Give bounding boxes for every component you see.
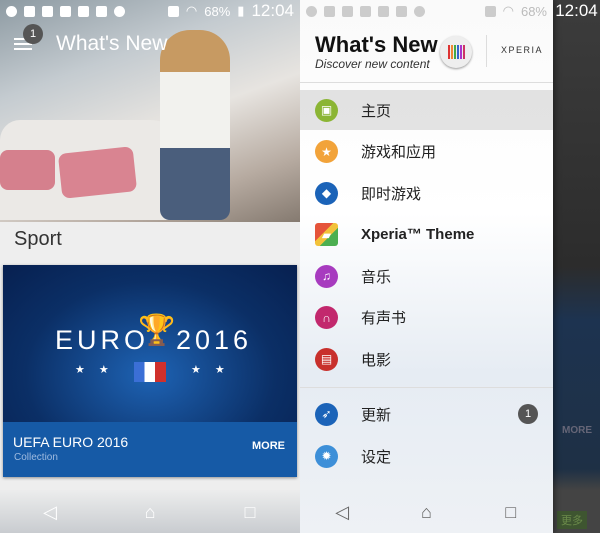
nav-bar: ◁ ⌂ □ bbox=[300, 490, 553, 533]
drawer-item[interactable]: ▰ Xperia™ Theme bbox=[300, 215, 553, 255]
home-icon: ▣ bbox=[315, 98, 338, 122]
screenshot-icon bbox=[78, 5, 89, 17]
trophy-icon: 🏆 bbox=[138, 314, 176, 347]
clock: 12:04 bbox=[555, 1, 598, 20]
xperia-logo: XPERIA bbox=[501, 45, 544, 55]
dimmed-more: MORE bbox=[562, 425, 592, 436]
star-icon: ★ bbox=[315, 140, 338, 163]
main-screen: ◠ 68% ▮ 12:04 1 What's New Sport EURO 🏆 … bbox=[0, 0, 300, 533]
status-bar: ◠ 68% ▮ 12:04 bbox=[0, 0, 300, 22]
phone-icon bbox=[96, 5, 107, 17]
image-icon bbox=[42, 5, 53, 17]
app-title: What's New bbox=[56, 32, 168, 55]
nav-bar: ◁ ⌂ □ bbox=[0, 490, 300, 533]
clock: 12:04 bbox=[251, 1, 294, 20]
banner-left: EURO bbox=[55, 325, 150, 355]
recents-button[interactable]: □ bbox=[501, 502, 521, 522]
image-icon bbox=[342, 5, 353, 17]
headphones-icon: ∩ bbox=[315, 306, 338, 329]
bag-icon bbox=[324, 5, 335, 17]
card-image: EURO 🏆 2016 ★★ ★★ bbox=[3, 265, 297, 422]
music-icon: ♫ bbox=[315, 264, 338, 288]
drawer-item-label: 有声书 bbox=[361, 310, 407, 327]
back-button[interactable]: ◁ bbox=[40, 502, 60, 522]
menu-badge: 1 bbox=[23, 24, 43, 44]
theme-icon: ▰ bbox=[315, 223, 338, 246]
dimmed-more-cn: 更多 bbox=[557, 511, 587, 529]
drawer-item[interactable]: ➶ 更新 1 bbox=[300, 394, 553, 434]
home-button[interactable]: ⌂ bbox=[416, 502, 436, 522]
more-button[interactable]: MORE bbox=[252, 440, 285, 452]
dimmed-content[interactable] bbox=[553, 0, 600, 533]
wifi-icon: ◠ bbox=[185, 3, 198, 18]
film-icon: ▤ bbox=[315, 347, 338, 371]
card-footer: UEFA EURO 2016 Collection MORE bbox=[3, 422, 297, 477]
divider bbox=[300, 82, 553, 83]
gamepad-icon: ◆ bbox=[315, 181, 338, 205]
app-icon bbox=[360, 5, 371, 17]
app-icon bbox=[60, 5, 71, 17]
divider bbox=[300, 387, 553, 388]
update-icon: ➶ bbox=[315, 402, 338, 426]
battery-percent: 68% bbox=[204, 3, 231, 19]
drawer-item-label: Xperia™ Theme bbox=[361, 226, 475, 243]
drawer-item-label: 即时游戏 bbox=[361, 185, 422, 203]
keyboard-icon bbox=[114, 5, 125, 17]
pillow bbox=[57, 146, 138, 199]
drawer-item[interactable]: ◆ 即时游戏 bbox=[300, 173, 553, 213]
update-badge: 1 bbox=[518, 404, 538, 424]
drawer-item[interactable]: ▣ 主页 bbox=[300, 90, 553, 130]
gear-icon: ✹ bbox=[315, 444, 338, 468]
person bbox=[160, 30, 230, 220]
whats-new-logo bbox=[440, 36, 472, 68]
drawer-item[interactable]: ♫ 音乐 bbox=[300, 256, 553, 296]
drawer-item[interactable]: ∩ 有声书 bbox=[300, 298, 553, 338]
info-icon bbox=[306, 5, 317, 17]
battery-percent: 68% bbox=[520, 3, 547, 19]
keyboard-icon bbox=[414, 5, 425, 17]
drawer-item[interactable]: ✹ 设定 bbox=[300, 436, 553, 476]
home-button[interactable]: ⌂ bbox=[140, 502, 160, 522]
bag-icon bbox=[24, 5, 35, 17]
drawer-title: What's New bbox=[315, 32, 438, 57]
drawer-subtitle: Discover new content bbox=[315, 57, 430, 71]
battery-icon: ▮ bbox=[237, 3, 245, 18]
divider bbox=[486, 35, 487, 67]
drawer-item-label: 音乐 bbox=[361, 268, 392, 286]
wifi-icon: ◠ bbox=[502, 3, 514, 18]
drawer-item[interactable]: ★ 游戏和应用 bbox=[300, 132, 553, 172]
vibrate-icon bbox=[484, 5, 496, 17]
stars-icon: ★★ bbox=[75, 364, 123, 376]
drawer-screen: MORE 更多 ◠ 68% What's New Discover new co… bbox=[300, 0, 600, 533]
back-button[interactable]: ◁ bbox=[332, 502, 352, 522]
euro-card[interactable]: EURO 🏆 2016 ★★ ★★ UEFA EURO 2016 Collect… bbox=[3, 265, 297, 477]
drawer-item-label: 游戏和应用 bbox=[361, 144, 437, 161]
stars-icon: ★★ bbox=[191, 364, 239, 376]
drawer-item-label: 主页 bbox=[361, 102, 392, 120]
banner-right: 2016 bbox=[176, 325, 253, 355]
drawer-item[interactable]: ▤ 电影 bbox=[300, 339, 553, 379]
recents-button[interactable]: □ bbox=[240, 502, 260, 522]
drawer-item-label: 更新 bbox=[361, 406, 392, 424]
france-flag bbox=[134, 362, 166, 382]
drawer-item-label: 设定 bbox=[361, 448, 392, 466]
status-bar: ◠ 68% bbox=[300, 0, 553, 22]
info-icon bbox=[6, 5, 17, 17]
pillow bbox=[0, 150, 55, 190]
screenshot-icon bbox=[378, 5, 389, 17]
drawer-item-label: 电影 bbox=[361, 351, 392, 369]
card-title: UEFA EURO 2016 bbox=[13, 434, 129, 450]
phone-icon bbox=[396, 5, 407, 17]
section-title: Sport bbox=[14, 228, 62, 250]
vibrate-icon bbox=[167, 5, 179, 17]
navigation-drawer: ◠ 68% What's New Discover new content XP… bbox=[300, 0, 553, 533]
card-subtitle: Collection bbox=[14, 452, 58, 463]
